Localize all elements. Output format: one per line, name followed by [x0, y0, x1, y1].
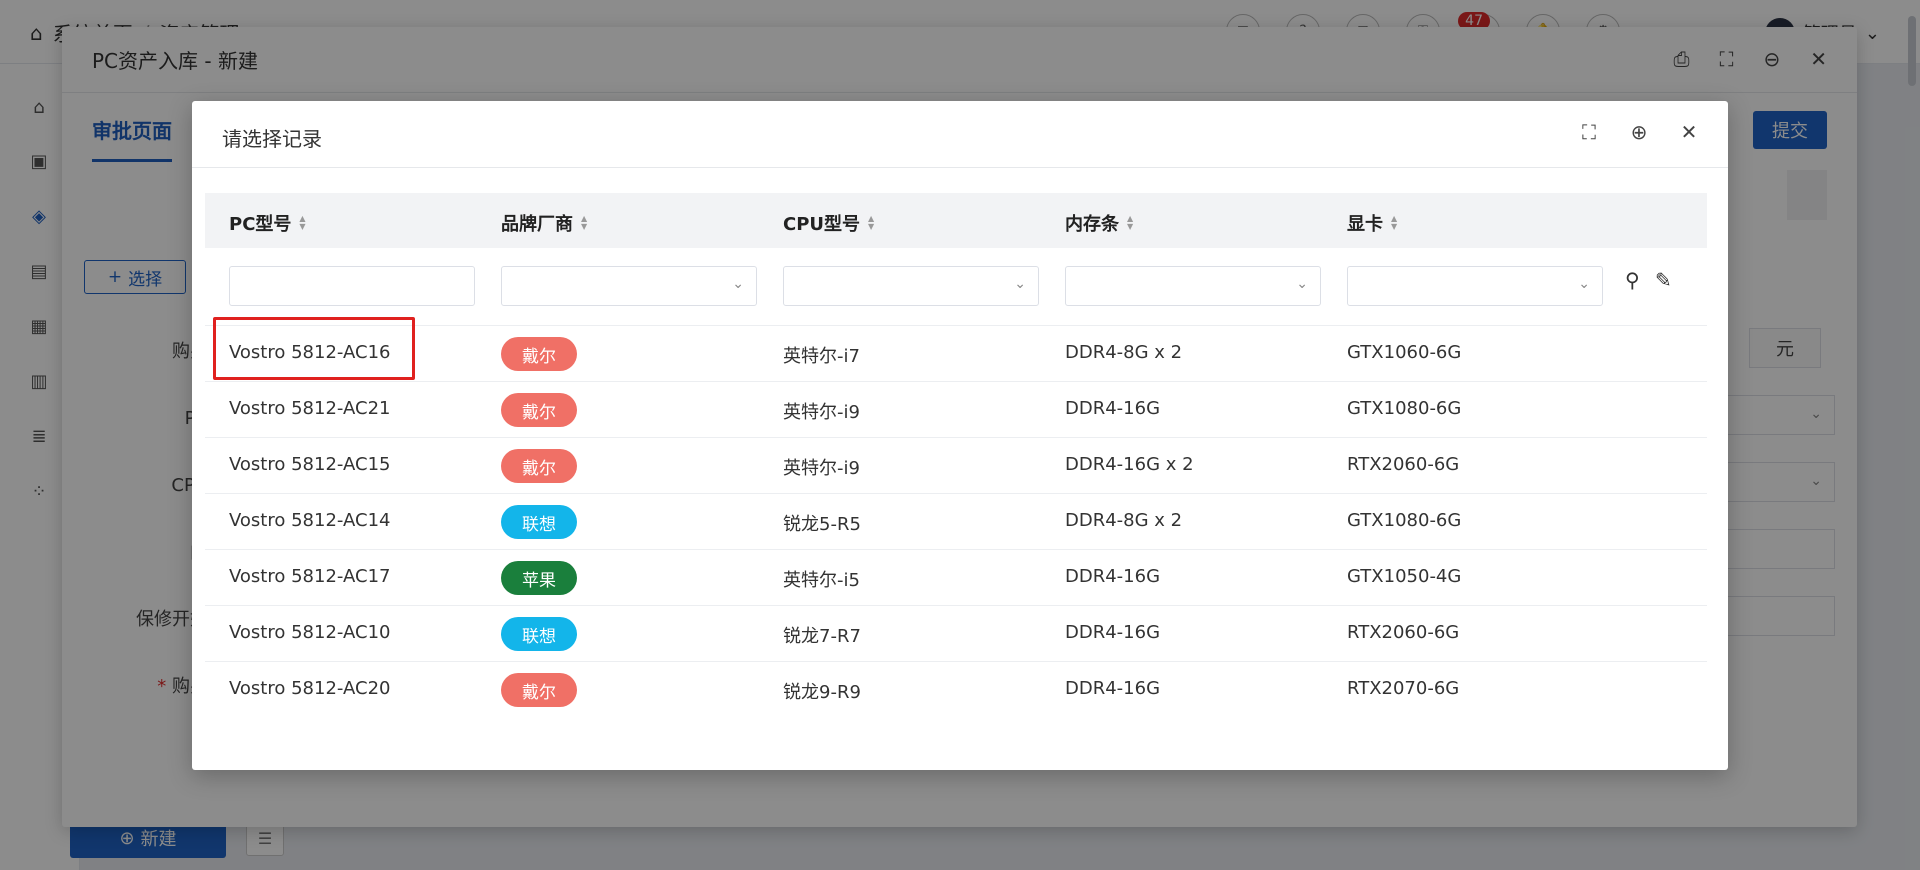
search-icon[interactable]: ⚲	[1625, 268, 1640, 292]
pc-model-filter-input[interactable]	[229, 266, 475, 306]
cpu-cell: 英特尔-i9	[783, 402, 860, 423]
filter-row: ⌄ ⌄ ⌄ ⌄ ⚲ ✎	[205, 248, 1707, 326]
column-label: 品牌厂商	[501, 214, 573, 235]
column-header-brand[interactable]: 品牌厂商 ▲ ▼	[501, 210, 587, 236]
brand-tag: 戴尔	[501, 393, 577, 427]
highlight-box	[213, 317, 415, 380]
select-modal-toolbar: ⛶ ⊕ ✕	[1578, 120, 1700, 144]
sort-icon[interactable]: ▲ ▼	[1391, 215, 1397, 231]
cpu-filter-select[interactable]: ⌄	[783, 266, 1039, 306]
column-header-gpu[interactable]: 显卡 ▲ ▼	[1347, 210, 1397, 236]
table-row[interactable]: Vostro 5812-AC20 戴尔 锐龙9-R9 DDR4-16G RTX2…	[205, 662, 1707, 718]
column-label: 显卡	[1347, 214, 1383, 235]
sort-icon[interactable]: ▲ ▼	[581, 215, 587, 231]
memory-cell: DDR4-16G	[1065, 622, 1161, 643]
column-header-memory[interactable]: 内存条 ▲ ▼	[1065, 210, 1133, 236]
table-row[interactable]: Vostro 5812-AC10 联想 锐龙7-R7 DDR4-16G RTX2…	[205, 606, 1707, 662]
memory-cell: DDR4-16G	[1065, 678, 1161, 699]
brand-tag: 戴尔	[501, 673, 577, 707]
cpu-cell: 英特尔-i7	[783, 346, 860, 367]
brand-tag: 联想	[501, 505, 577, 539]
gpu-cell: GTX1080-6G	[1347, 510, 1462, 531]
brand-tag: 苹果	[501, 561, 577, 595]
table-row[interactable]: Vostro 5812-AC16 戴尔 英特尔-i7 DDR4-8G x 2 G…	[205, 326, 1707, 382]
table-header: PC型号 ▲ ▼ 品牌厂商 ▲ ▼ CPU型号 ▲ ▼ 内存条 ▲ ▼ 显卡 ▲ ▼	[205, 193, 1707, 248]
sort-icon[interactable]: ▲ ▼	[299, 215, 305, 231]
memory-cell: DDR4-16G	[1065, 398, 1161, 419]
select-modal-title: 请选择记录	[222, 127, 322, 151]
gpu-cell: GTX1080-6G	[1347, 398, 1462, 419]
column-header-pc-model[interactable]: PC型号 ▲ ▼	[229, 210, 306, 236]
clear-filter-icon[interactable]: ✎	[1655, 268, 1672, 292]
pc-model-cell: Vostro 5812-AC17	[229, 566, 391, 587]
gpu-cell: RTX2060-6G	[1347, 454, 1460, 475]
table-row[interactable]: Vostro 5812-AC21 戴尔 英特尔-i9 DDR4-16G GTX1…	[205, 382, 1707, 438]
column-label: PC型号	[229, 214, 292, 235]
chevron-down-icon: ⌄	[1296, 276, 1308, 292]
table-row[interactable]: Vostro 5812-AC14 联想 锐龙5-R5 DDR4-8G x 2 G…	[205, 494, 1707, 550]
column-label: 内存条	[1065, 214, 1119, 235]
pc-model-cell: Vostro 5812-AC20	[229, 678, 391, 699]
memory-cell: DDR4-16G	[1065, 566, 1161, 587]
fullscreen-icon[interactable]: ⛶	[1578, 120, 1600, 144]
zoom-in-icon[interactable]: ⊕	[1628, 120, 1650, 144]
brand-tag: 联想	[501, 617, 577, 651]
pc-model-cell: Vostro 5812-AC15	[229, 454, 391, 475]
cpu-cell: 英特尔-i5	[783, 570, 860, 591]
cpu-cell: 锐龙9-R9	[783, 682, 861, 703]
brand-tag: 戴尔	[501, 449, 577, 483]
select-modal-header: 请选择记录 ⛶ ⊕ ✕	[192, 101, 1728, 168]
record-table: PC型号 ▲ ▼ 品牌厂商 ▲ ▼ CPU型号 ▲ ▼ 内存条 ▲ ▼ 显卡 ▲ ▼ ⌄ ⌄ ⌄ ⌄…	[205, 193, 1707, 718]
column-header-cpu[interactable]: CPU型号 ▲ ▼	[783, 210, 874, 236]
cpu-cell: 锐龙5-R5	[783, 514, 861, 535]
chevron-down-icon: ⌄	[732, 276, 744, 292]
select-record-modal: 请选择记录 ⛶ ⊕ ✕ PC型号 ▲ ▼ 品牌厂商 ▲ ▼ CPU型号 ▲ ▼ 内存条 ▲ ▼ …	[192, 101, 1728, 770]
brand-tag: 戴尔	[501, 337, 577, 371]
sort-icon[interactable]: ▲ ▼	[868, 215, 874, 231]
column-label: CPU型号	[783, 214, 861, 235]
pc-model-cell: Vostro 5812-AC10	[229, 622, 391, 643]
gpu-cell: RTX2070-6G	[1347, 678, 1460, 699]
brand-filter-select[interactable]: ⌄	[501, 266, 757, 306]
pc-model-cell: Vostro 5812-AC21	[229, 398, 391, 419]
table-row[interactable]: Vostro 5812-AC15 戴尔 英特尔-i9 DDR4-16G x 2 …	[205, 438, 1707, 494]
gpu-cell: GTX1060-6G	[1347, 342, 1462, 363]
gpu-cell: RTX2060-6G	[1347, 622, 1460, 643]
cpu-cell: 锐龙7-R7	[783, 626, 861, 647]
sort-icon[interactable]: ▲ ▼	[1127, 215, 1133, 231]
chevron-down-icon: ⌄	[1014, 276, 1026, 292]
table-body: Vostro 5812-AC16 戴尔 英特尔-i7 DDR4-8G x 2 G…	[205, 326, 1707, 718]
memory-cell: DDR4-16G x 2	[1065, 454, 1194, 475]
cpu-cell: 英特尔-i9	[783, 458, 860, 479]
pc-model-cell: Vostro 5812-AC14	[229, 510, 391, 531]
memory-cell: DDR4-8G x 2	[1065, 342, 1183, 363]
close-icon[interactable]: ✕	[1678, 120, 1700, 144]
table-row[interactable]: Vostro 5812-AC17 苹果 英特尔-i5 DDR4-16G GTX1…	[205, 550, 1707, 606]
gpu-cell: GTX1050-4G	[1347, 566, 1462, 587]
memory-filter-select[interactable]: ⌄	[1065, 266, 1321, 306]
chevron-down-icon: ⌄	[1578, 276, 1590, 292]
memory-cell: DDR4-8G x 2	[1065, 510, 1183, 531]
gpu-filter-select[interactable]: ⌄	[1347, 266, 1603, 306]
